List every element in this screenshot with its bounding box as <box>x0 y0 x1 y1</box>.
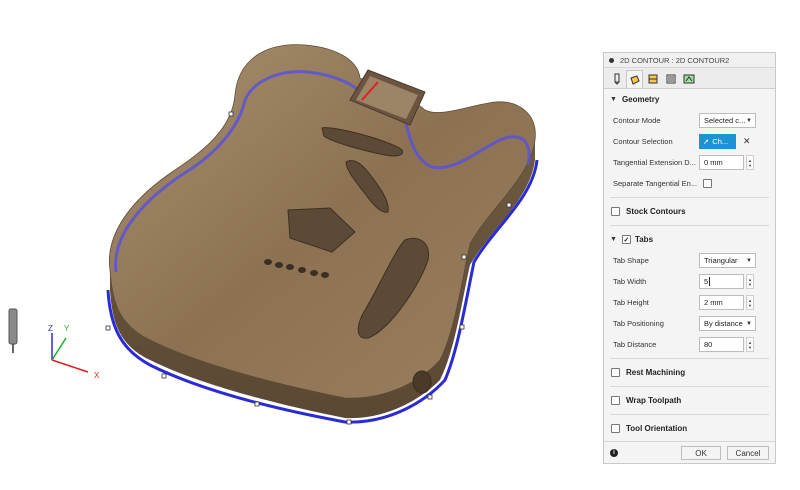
ok-label: OK <box>695 448 707 458</box>
tab-height-stepper[interactable]: ▲ ▼ <box>746 295 754 310</box>
geometry-section-header[interactable]: ▼ Geometry <box>604 89 775 110</box>
contour-mode-select[interactable]: Selected c... ▼ <box>699 113 756 128</box>
heights-tab-icon[interactable] <box>644 70 661 88</box>
axis-triad: Z Y X <box>48 324 100 380</box>
divider <box>610 414 769 415</box>
caret-down-icon: ▼ <box>610 236 617 243</box>
stock-contours-checkbox[interactable] <box>611 207 620 216</box>
chevron-down-icon: ▼ <box>746 118 752 124</box>
dialog-footer: i OK Cancel <box>604 441 775 463</box>
rest-machining-label: Rest Machining <box>626 368 686 377</box>
axis-x-label: X <box>94 371 100 380</box>
stock-contours-section[interactable]: Stock Contours <box>604 201 775 222</box>
tab-distance-value: 80 <box>704 340 713 349</box>
tangential-extension-stepper[interactable]: ▲ ▼ <box>746 155 754 170</box>
tab-shape-value: Triangular <box>704 256 738 265</box>
tangential-extension-input[interactable]: 0 mm <box>699 155 744 170</box>
tool-tab-icon[interactable] <box>608 70 625 88</box>
dialog-status-dot <box>609 57 614 63</box>
tangential-extension-row: Tangential Extension D... 0 mm ▲ ▼ <box>604 152 775 173</box>
ok-button[interactable]: OK <box>681 446 721 460</box>
dialog-tabs <box>604 68 775 89</box>
tangential-extension-label: Tangential Extension D... <box>613 158 696 167</box>
contour-selection-label: Contour Selection <box>613 137 673 146</box>
separate-tangential-checkbox[interactable] <box>703 179 712 188</box>
contour-selection-value: Ch... <box>712 137 729 146</box>
passes-tab-icon[interactable] <box>662 70 679 88</box>
dialog-titlebar[interactable]: 2D CONTOUR : 2D CONTOUR2 <box>604 53 775 68</box>
cancel-label: Cancel <box>735 448 761 458</box>
tabs-section-header[interactable]: ▼ ✓ Tabs <box>604 229 775 250</box>
divider <box>610 225 769 226</box>
linking-tab-icon[interactable] <box>680 70 697 88</box>
tab-width-label: Tab Width <box>613 277 647 286</box>
divider <box>610 386 769 387</box>
axis-z-label: Z <box>48 324 53 333</box>
tab-positioning-value: By distance <box>704 319 743 328</box>
tab-width-input[interactable]: 5 <box>699 274 744 289</box>
tool-orientation-checkbox[interactable] <box>611 424 620 433</box>
contour-selection-row: Contour Selection ➚ Ch... ✕ <box>604 131 775 152</box>
tab-shape-select[interactable]: Triangular ▼ <box>699 253 756 268</box>
tab-distance-label: Tab Distance <box>613 340 657 349</box>
tab-distance-input[interactable]: 80 <box>699 337 744 352</box>
text-cursor <box>709 277 711 286</box>
clear-selection-icon[interactable]: ✕ <box>743 136 751 147</box>
tool-icon <box>8 308 18 353</box>
axis-y-label: Y <box>64 324 70 333</box>
separate-tangential-row: Separate Tangential En... <box>604 173 775 194</box>
divider <box>610 197 769 198</box>
tab-shape-label: Tab Shape <box>613 256 649 265</box>
tab-width-row: Tab Width 5 ▲ ▼ <box>604 271 775 292</box>
tab-height-input[interactable]: 2 mm <box>699 295 744 310</box>
separate-tangential-label: Separate Tangential En... <box>613 179 698 188</box>
tab-height-row: Tab Height 2 mm ▲ ▼ <box>604 292 775 313</box>
tab-distance-stepper[interactable]: ▲ ▼ <box>746 337 754 352</box>
tabs-header-label: Tabs <box>634 235 654 244</box>
divider <box>610 358 769 359</box>
contour-mode-row: Contour Mode Selected c... ▼ <box>604 110 775 131</box>
rest-machining-section[interactable]: Rest Machining <box>604 362 775 383</box>
model-canvas[interactable]: Z Y X <box>0 0 600 490</box>
geometry-header-label: Geometry <box>621 95 660 104</box>
cursor-icon: ➚ <box>703 137 710 146</box>
wrap-toolpath-checkbox[interactable] <box>611 396 620 405</box>
cancel-button[interactable]: Cancel <box>727 446 769 460</box>
tab-positioning-select[interactable]: By distance ▼ <box>699 316 756 331</box>
tab-positioning-row: Tab Positioning By distance ▼ <box>604 313 775 334</box>
tangential-extension-value: 0 mm <box>704 158 723 167</box>
tab-distance-row: Tab Distance 80 ▲ ▼ <box>604 334 775 355</box>
jack-hole <box>412 370 432 394</box>
tabs-checkbox[interactable]: ✓ <box>621 235 631 244</box>
caret-down-icon: ▼ <box>610 96 617 103</box>
tab-width-value: 5 <box>704 277 709 286</box>
tab-positioning-label: Tab Positioning <box>613 319 664 328</box>
info-icon[interactable]: i <box>610 448 618 457</box>
tab-width-stepper[interactable]: ▲ ▼ <box>746 274 754 289</box>
tool-orientation-section[interactable]: Tool Orientation <box>604 418 775 439</box>
tool-orientation-label: Tool Orientation <box>626 424 688 433</box>
contour-selection-button[interactable]: ➚ Ch... <box>699 134 736 149</box>
wrap-toolpath-label: Wrap Toolpath <box>626 396 682 405</box>
stock-contours-label: Stock Contours <box>626 207 686 216</box>
wrap-toolpath-section[interactable]: Wrap Toolpath <box>604 390 775 411</box>
tab-shape-row: Tab Shape Triangular ▼ <box>604 250 775 271</box>
dialog-title: 2D CONTOUR : 2D CONTOUR2 <box>620 55 730 65</box>
contour-mode-value: Selected c... <box>704 116 746 125</box>
contour-mode-label: Contour Mode <box>613 116 661 125</box>
tab-height-value: 2 mm <box>704 298 723 307</box>
chevron-down-icon: ▼ <box>746 258 752 264</box>
tab-height-label: Tab Height <box>613 298 649 307</box>
3d-viewport[interactable]: Z Y X <box>0 0 600 490</box>
contour-dialog: 2D CONTOUR : 2D CONTOUR2 ▼ Geometry Cont… <box>603 52 776 464</box>
chevron-down-icon: ▼ <box>746 321 752 327</box>
geometry-tab-icon[interactable] <box>626 70 643 88</box>
rest-machining-checkbox[interactable] <box>611 368 620 377</box>
